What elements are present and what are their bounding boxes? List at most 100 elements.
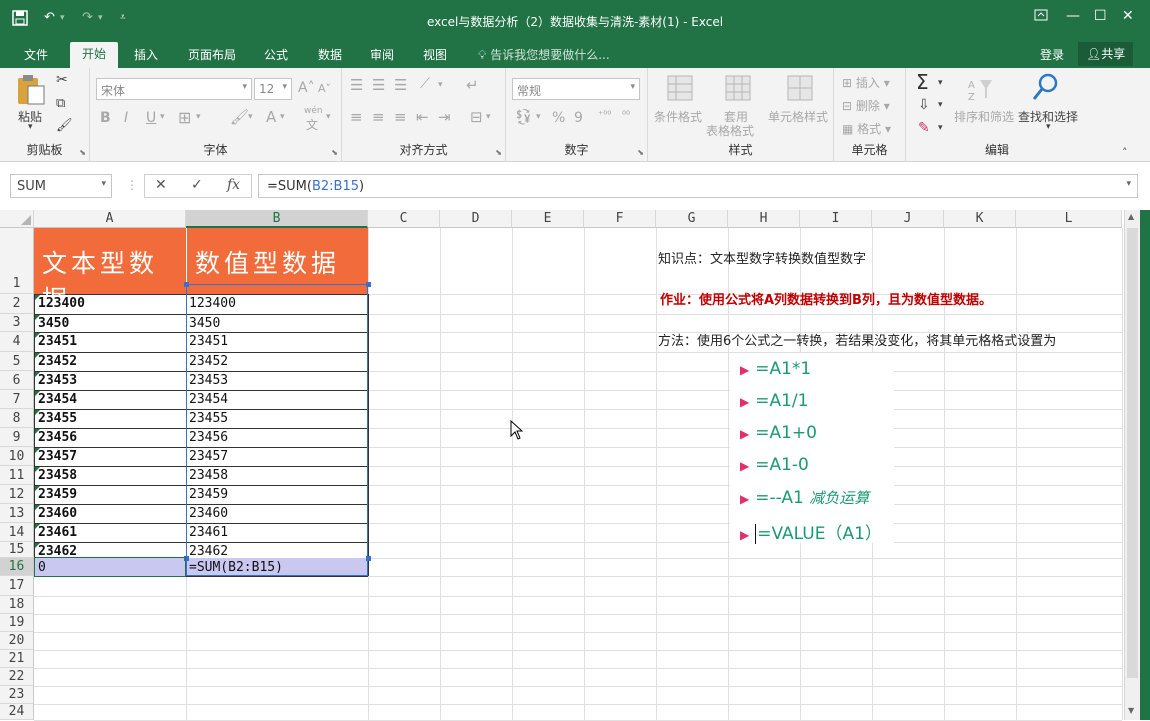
italic-button[interactable]: I (124, 110, 128, 126)
column-header-j[interactable]: J (872, 210, 944, 228)
column-header-d[interactable]: D (440, 210, 512, 228)
row-header-11[interactable]: 11 (0, 466, 34, 485)
row-header-9[interactable]: 9 (0, 428, 34, 447)
row-header-8[interactable]: 8 (0, 409, 34, 428)
grow-font-icon[interactable]: A˄ (298, 80, 315, 96)
column-header-a[interactable]: A (34, 210, 186, 228)
cell-a9[interactable]: 23456 (38, 430, 184, 447)
cell-a6[interactable]: 23453 (38, 373, 184, 390)
close-icon[interactable]: ✕ (1122, 8, 1134, 24)
align-bottom-icon[interactable]: ☰ (394, 76, 407, 94)
cell-a10[interactable]: 23457 (38, 449, 184, 466)
fill-dropdown-icon[interactable]: ▾ (938, 100, 943, 110)
format-cells-button[interactable]: ▦ 格式 ▾ (842, 120, 891, 137)
fill-down-icon[interactable]: ⇩ (918, 97, 930, 113)
format-table-label2[interactable]: 表格格式 (706, 122, 754, 139)
copy-icon[interactable]: ⧉ (56, 96, 65, 111)
row-header-3[interactable]: 3 (0, 314, 34, 332)
row-header-7[interactable]: 7 (0, 390, 34, 409)
vertical-scrollbar[interactable]: ▲ ▼ (1124, 210, 1140, 720)
row-header-15[interactable]: 15 (0, 542, 34, 558)
note-knowledge-point[interactable]: 知识点：文本型数字转换数值型数字 (658, 248, 866, 267)
number-format-select[interactable]: 常规 ▾ (512, 78, 640, 100)
cell-a3[interactable]: 3450 (38, 316, 184, 332)
merge-center-icon[interactable]: ⊟ (470, 108, 483, 126)
formula-input[interactable]: =SUM(B2:B15) ▾ (258, 174, 1138, 198)
tell-me-search[interactable]: 💡︎ 告诉我您想要做什么... (478, 46, 610, 63)
column-header-f[interactable]: F (584, 210, 656, 228)
cell-a15[interactable]: 23462 (38, 544, 184, 558)
clipboard-launcher-icon[interactable]: ⬊ (79, 148, 86, 157)
format-table-icon[interactable] (724, 74, 754, 107)
row-header-18[interactable]: 18 (0, 596, 34, 614)
selection-handle[interactable] (366, 282, 371, 287)
cell-a4[interactable]: 23451 (38, 334, 184, 352)
save-icon[interactable] (12, 10, 28, 30)
row-header-6[interactable]: 6 (0, 371, 34, 390)
cell-a1[interactable]: 文本型数据 (34, 228, 186, 314)
ribbon-display-icon[interactable] (1034, 8, 1048, 26)
orientation-icon[interactable]: ⟋ (420, 76, 430, 92)
column-header-b[interactable]: B (186, 210, 368, 228)
row-header-4[interactable]: 4 (0, 332, 34, 352)
underline-dropdown-icon[interactable]: ▾ (160, 112, 165, 122)
fill-color-dropdown-icon[interactable]: ▾ (248, 112, 253, 122)
format-painter-icon[interactable]: 🖌︎ (56, 118, 73, 133)
alignment-launcher-icon[interactable]: ⬊ (495, 148, 502, 157)
merge-dropdown-icon[interactable]: ▾ (486, 112, 491, 122)
row-header-17[interactable]: 17 (0, 576, 34, 596)
tab-data[interactable]: 数据 (318, 46, 342, 63)
cut-icon[interactable]: ✂ (56, 72, 68, 88)
cell-a13[interactable]: 23460 (38, 506, 184, 523)
borders-icon[interactable]: ⊞ (178, 108, 191, 127)
selection-handle[interactable] (366, 556, 371, 561)
tab-view[interactable]: 视图 (423, 46, 447, 63)
underline-button[interactable]: U (146, 110, 156, 126)
shrink-font-icon[interactable]: A˅ (318, 82, 331, 95)
phonetic-dropdown-icon[interactable]: ▾ (326, 112, 331, 122)
worksheet-grid[interactable]: ABCDEFGHIJKL 1 2 3 4 5 6 7 8 9 10 11 12 13 14 15 16 17 18… (0, 210, 1150, 721)
selection-handle[interactable] (184, 282, 189, 287)
font-color-button[interactable]: A (266, 108, 276, 126)
number-launcher-icon[interactable]: ⬊ (637, 148, 644, 157)
login-link[interactable]: 登录 (1040, 46, 1064, 63)
align-left-icon[interactable]: ≡ (350, 108, 363, 126)
tab-insert[interactable]: 插入 (134, 46, 158, 63)
autosum-dropdown-icon[interactable]: ▾ (938, 78, 943, 88)
column-header-k[interactable]: K (944, 210, 1016, 228)
tab-file[interactable]: 文件 (24, 46, 48, 63)
font-size-select[interactable]: 12 ▾ (254, 78, 292, 100)
cell-a12[interactable]: 23459 (38, 487, 184, 504)
bold-button[interactable]: B (100, 110, 111, 126)
redo-dropdown-icon[interactable]: ▾ (98, 13, 103, 23)
note-homework[interactable]: 作业：使用公式将A列数据转换到B列，且为数值型数据。 (660, 289, 992, 308)
find-select-dropdown-icon[interactable]: ▾ (1046, 122, 1051, 132)
fill-color-icon[interactable]: 🖌︎ (230, 108, 249, 126)
column-header-e[interactable]: E (512, 210, 584, 228)
font-launcher-icon[interactable]: ⬊ (331, 148, 338, 157)
phonetic-button[interactable]: wén (304, 106, 323, 116)
paste-dropdown-icon[interactable]: ▾ (28, 122, 33, 132)
minimize-icon[interactable]: — (1066, 8, 1080, 24)
column-header-g[interactable]: G (656, 210, 728, 228)
share-button[interactable]: 👤︎共享 (1078, 42, 1134, 66)
sort-filter-icon[interactable]: AZ (966, 74, 996, 107)
percent-button[interactable]: % (552, 110, 565, 126)
row-header-19[interactable]: 19 (0, 614, 34, 632)
align-top-icon[interactable]: ☰ (350, 76, 363, 94)
tab-formulas[interactable]: 公式 (264, 46, 288, 63)
collapse-ribbon-icon[interactable]: ˄ (1122, 146, 1128, 159)
column-header-i[interactable]: I (800, 210, 872, 228)
row-header-16[interactable]: 16 (0, 558, 34, 576)
undo-icon[interactable]: ↶ (44, 10, 55, 25)
row-header-22[interactable]: 22 (0, 668, 34, 686)
cancel-formula-button[interactable]: ✕ (155, 177, 167, 193)
cell-styles-label[interactable]: 单元格样式 (768, 108, 828, 125)
borders-dropdown-icon[interactable]: ▾ (196, 112, 201, 122)
cell-a2[interactable]: 123400 (38, 296, 184, 314)
row-header-12[interactable]: 12 (0, 485, 34, 504)
redo-icon[interactable]: ↷ (82, 10, 93, 25)
decrease-decimal-icon[interactable]: ⁰⁰ (622, 110, 630, 121)
scroll-down-icon[interactable]: ▼ (1128, 706, 1134, 715)
row-header-21[interactable]: 21 (0, 650, 34, 668)
